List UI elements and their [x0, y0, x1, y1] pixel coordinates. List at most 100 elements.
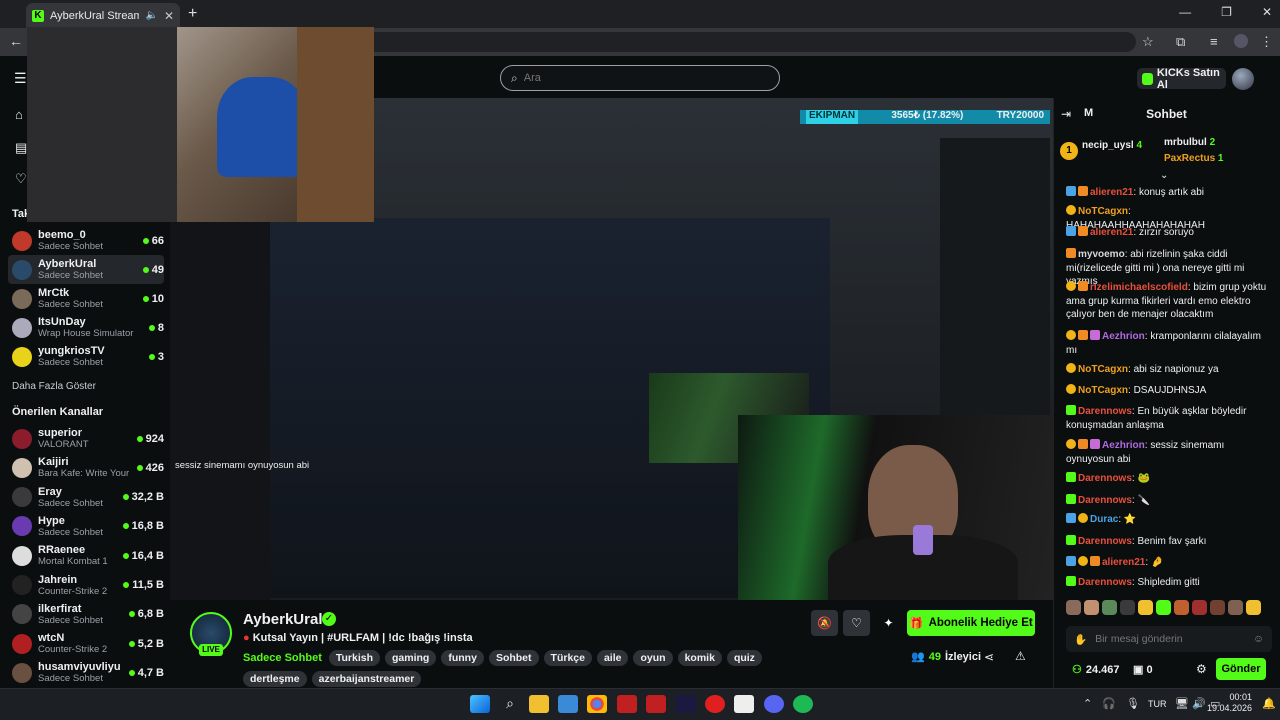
gift-subscription-button[interactable]: 🎁 Abonelik Hediye Et: [907, 610, 1035, 636]
emote-icon[interactable]: [1066, 600, 1081, 615]
stream-tag[interactable]: komik: [677, 650, 722, 666]
menu-kebab-icon[interactable]: ⋮: [1260, 34, 1273, 50]
channel-item[interactable]: yungkriosTV Sadece Sohbet 3: [8, 342, 164, 371]
chat-filter-icon[interactable]: ⌄: [1160, 170, 1168, 181]
voicemeeter-icon[interactable]: [617, 695, 637, 713]
share-icon[interactable]: ⋖: [984, 650, 994, 664]
category-link[interactable]: Sadece Sohbet: [243, 652, 322, 664]
close-tab-icon[interactable]: ✕: [164, 9, 174, 23]
photos-icon[interactable]: [558, 695, 578, 713]
maximize-icon[interactable]: ❐: [1221, 5, 1232, 19]
sparkle-icon[interactable]: ✦: [875, 610, 902, 636]
chat-username[interactable]: rizelimichaelscofield: [1090, 282, 1188, 293]
report-icon[interactable]: ⚠: [1015, 649, 1026, 663]
stream-tag[interactable]: Sohbet: [488, 650, 539, 666]
app-icon[interactable]: [676, 695, 696, 713]
chat-username[interactable]: alieren21: [1090, 227, 1133, 238]
channel-item[interactable]: MrCtk Sadece Sohbet 10: [8, 284, 164, 313]
emote-icon[interactable]: [1246, 600, 1261, 615]
emote-icon[interactable]: [1138, 600, 1153, 615]
chat-message[interactable]: rizelimichaelscofield: bizim grup yoktu …: [1066, 281, 1272, 322]
chat-settings-gear-icon[interactable]: ⚙: [1196, 662, 1207, 676]
mic-icon[interactable]: 🎙: [1126, 697, 1140, 710]
stream-tag[interactable]: gaming: [385, 650, 437, 666]
notification-bell-icon[interactable]: 🔔: [1262, 697, 1276, 710]
browser-profile-icon[interactable]: [1234, 34, 1248, 48]
volume-icon[interactable]: 🔊: [1192, 697, 1206, 710]
chat-username[interactable]: alieren21: [1102, 557, 1145, 568]
top-gifter[interactable]: mrbulbul 2: [1164, 137, 1215, 148]
chat-username[interactable]: Durac: [1090, 514, 1118, 525]
chat-message[interactable]: Darennows: 🐸: [1066, 472, 1272, 486]
network-icon[interactable]: 🖥: [1175, 697, 1189, 710]
media-control-icon[interactable]: ≡: [1210, 34, 1218, 49]
tray-chevron-icon[interactable]: ⌃: [1083, 697, 1092, 710]
chat-username[interactable]: Darennows: [1078, 473, 1132, 484]
speaker-icon[interactable]: 🔈: [145, 10, 157, 21]
chat-message[interactable]: Darennows: Benim fav şarkı: [1066, 535, 1272, 549]
send-button[interactable]: Gönder: [1216, 658, 1266, 680]
clock[interactable]: 00:01 19.04.2026: [1207, 692, 1252, 714]
chat-username[interactable]: Darennows: [1078, 495, 1132, 506]
channel-item[interactable]: superior VALORANT 924: [8, 424, 164, 453]
chat-username[interactable]: myvoemo: [1078, 249, 1125, 260]
chat-input[interactable]: [1095, 633, 1246, 645]
chat-username[interactable]: NoTCagxn: [1078, 364, 1128, 375]
hamburger-menu-icon[interactable]: ☰: [14, 70, 27, 87]
top-gifter[interactable]: PaxRectus 1: [1164, 153, 1223, 164]
extensions-icon[interactable]: ⧉: [1176, 34, 1185, 50]
chat-username[interactable]: alieren21: [1090, 187, 1133, 198]
channel-item[interactable]: RRaenee Mortal Kombat 1 16,4 B: [8, 541, 164, 570]
stream-tag[interactable]: oyun: [633, 650, 673, 666]
channel-item[interactable]: Hype Sadece Sohbet 16,8 B: [8, 512, 164, 541]
follow-heart-icon[interactable]: ♡: [843, 610, 870, 636]
search-bar[interactable]: ⌕: [500, 65, 780, 91]
kicks-balance[interactable]: ▣ 0: [1133, 663, 1153, 676]
chat-username[interactable]: Darennows: [1078, 406, 1132, 417]
stream-tag[interactable]: dertleşme: [243, 671, 307, 687]
youtube-music-icon[interactable]: [705, 695, 725, 713]
channel-item[interactable]: Jahrein Counter-Strike 2 11,5 B: [8, 571, 164, 600]
chat-message[interactable]: NoTCagxn: abi siz napionuz ya: [1066, 363, 1272, 377]
stream-tag[interactable]: quiz: [726, 650, 762, 666]
streamer-name[interactable]: AyberkUral: [243, 611, 322, 628]
chat-message[interactable]: Darennows: En büyük aşklar böyledir konu…: [1066, 405, 1272, 432]
browse-icon[interactable]: ▤: [15, 140, 27, 156]
emote-icon[interactable]: [1174, 600, 1189, 615]
stream-tag[interactable]: funny: [441, 650, 484, 666]
channel-points[interactable]: ⚇ 24.467: [1072, 663, 1120, 677]
emote-icon[interactable]: [1084, 600, 1099, 615]
new-tab-button[interactable]: +: [188, 5, 197, 23]
chat-message[interactable]: Durac: ⭐: [1066, 513, 1272, 527]
headset-icon[interactable]: 🎧: [1102, 697, 1116, 710]
windows-start-icon[interactable]: [470, 695, 490, 713]
chat-message[interactable]: Aezhrion: sessiz sinemamı oynuyosun abi: [1066, 439, 1272, 466]
chat-message[interactable]: alieren21: zırzır soruyo: [1066, 226, 1272, 240]
bookmark-star-icon[interactable]: ☆: [1142, 34, 1154, 50]
emote-icon[interactable]: [1102, 600, 1117, 615]
spotify-icon[interactable]: [793, 695, 813, 713]
top-gifter[interactable]: necip_uysl 4: [1082, 140, 1142, 151]
home-icon[interactable]: ⌂: [15, 107, 23, 122]
voicemeeter-2-icon[interactable]: [646, 695, 666, 713]
channel-item[interactable]: Eray Sadece Sohbet 32,2 B: [8, 483, 164, 512]
buy-kicks-button[interactable]: KICKs Satın Al: [1137, 67, 1226, 91]
emote-icon[interactable]: [1210, 600, 1225, 615]
channel-item[interactable]: husamviyuvliyu Sadece Sohbet 4,7 B: [8, 658, 164, 687]
emote-icon[interactable]: [1228, 600, 1243, 615]
chat-username[interactable]: Darennows: [1078, 577, 1132, 588]
file-explorer-icon[interactable]: [529, 695, 549, 713]
stream-tag[interactable]: azerbaijanstreamer: [311, 671, 422, 687]
chat-message[interactable]: alieren21: konuş artık abi: [1066, 186, 1272, 200]
stream-tag[interactable]: Türkçe: [543, 650, 592, 666]
browser-tab[interactable]: K AyberkUral Stream - Watch 🔈 ✕: [26, 3, 180, 28]
close-window-icon[interactable]: ✕: [1262, 5, 1272, 19]
input-language[interactable]: TUR: [1148, 699, 1167, 709]
chat-username[interactable]: Aezhrion: [1102, 331, 1145, 342]
discord-icon[interactable]: [764, 695, 784, 713]
user-avatar[interactable]: [1232, 68, 1254, 90]
channel-item[interactable]: Kaijiri Bara Kafe: Write Your ... 426: [8, 453, 164, 482]
search-input[interactable]: [523, 72, 754, 84]
channel-item[interactable]: AyberkUral Sadece Sohbet 49: [8, 255, 164, 284]
emote-icon[interactable]: [1120, 600, 1135, 615]
